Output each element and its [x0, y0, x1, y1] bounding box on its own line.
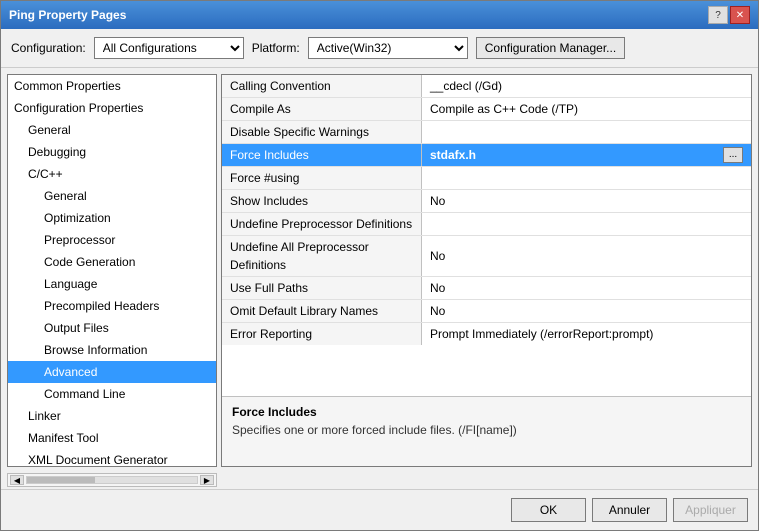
property-name: Undefine All Preprocessor Definitions: [222, 236, 422, 276]
sidebar: Common PropertiesConfiguration Propertie…: [7, 74, 217, 467]
property-value: Compile as C++ Code (/TP): [422, 98, 751, 120]
help-button[interactable]: ?: [708, 6, 728, 24]
sidebar-item-command-line[interactable]: Command Line: [8, 383, 216, 405]
main-panel: Calling Convention __cdecl (/Gd) Compile A…: [221, 74, 752, 467]
title-bar: Ping Property Pages ? ✕: [1, 1, 758, 29]
toolbar: Configuration: All Configurations Platfo…: [1, 29, 758, 68]
property-value: stdafx.h...: [422, 144, 751, 166]
property-row[interactable]: Show Includes No: [222, 190, 751, 213]
sidebar-item-configuration-properties[interactable]: Configuration Properties: [8, 97, 216, 119]
property-browse-button[interactable]: ...: [723, 147, 743, 163]
property-value-text: No: [430, 279, 445, 297]
property-name: Force #using: [222, 167, 422, 189]
property-row[interactable]: Undefine Preprocessor Definitions: [222, 213, 751, 236]
property-row[interactable]: Use Full Paths No: [222, 277, 751, 300]
config-manager-button[interactable]: Configuration Manager...: [476, 37, 625, 59]
property-value: No: [422, 277, 751, 299]
cancel-button[interactable]: Annuler: [592, 498, 667, 522]
property-name: Calling Convention: [222, 75, 422, 97]
property-name: Compile As: [222, 98, 422, 120]
property-row[interactable]: Calling Convention __cdecl (/Gd): [222, 75, 751, 98]
property-value: No: [422, 236, 751, 276]
config-select[interactable]: All Configurations: [94, 37, 244, 59]
scroll-right-btn[interactable]: ▶: [200, 475, 214, 485]
property-row[interactable]: Compile As Compile as C++ Code (/TP): [222, 98, 751, 121]
property-name: Use Full Paths: [222, 277, 422, 299]
description-title: Force Includes: [232, 405, 741, 419]
sidebar-item-language[interactable]: Language: [8, 273, 216, 295]
footer: OK Annuler Appliquer: [1, 489, 758, 530]
platform-select[interactable]: Active(Win32): [308, 37, 468, 59]
sidebar-item-cpp[interactable]: C/C++: [8, 163, 216, 185]
property-value-text: No: [430, 192, 445, 210]
sidebar-item-manifest-tool[interactable]: Manifest Tool: [8, 427, 216, 449]
property-value-text: No: [430, 302, 445, 320]
property-value: No: [422, 300, 751, 322]
platform-label: Platform:: [252, 41, 300, 55]
sidebar-item-general[interactable]: General: [8, 119, 216, 141]
ok-button[interactable]: OK: [511, 498, 586, 522]
sidebar-item-precompiled-headers[interactable]: Precompiled Headers: [8, 295, 216, 317]
sidebar-item-optimization[interactable]: Optimization: [8, 207, 216, 229]
property-value-text: stdafx.h: [430, 146, 476, 164]
property-name: Omit Default Library Names: [222, 300, 422, 322]
property-row[interactable]: Omit Default Library Names No: [222, 300, 751, 323]
sidebar-item-cpp-general[interactable]: General: [8, 185, 216, 207]
description-box: Force Includes Specifies one or more for…: [222, 396, 751, 466]
scrollbar-thumb[interactable]: [27, 477, 95, 483]
sidebar-item-output-files[interactable]: Output Files: [8, 317, 216, 339]
property-name: Show Includes: [222, 190, 422, 212]
properties-grid: Calling Convention __cdecl (/Gd) Compile A…: [222, 75, 751, 396]
sidebar-item-common-properties[interactable]: Common Properties: [8, 75, 216, 97]
property-value-text: Prompt Immediately (/errorReport:prompt): [430, 325, 653, 343]
property-value: [422, 121, 751, 143]
property-name: Error Reporting: [222, 323, 422, 345]
sidebar-item-preprocessor[interactable]: Preprocessor: [8, 229, 216, 251]
main-window: Ping Property Pages ? ✕ Configuration: A…: [0, 0, 759, 531]
property-value-text: No: [430, 247, 445, 265]
property-name: Disable Specific Warnings: [222, 121, 422, 143]
title-bar-buttons: ? ✕: [708, 6, 750, 24]
property-value: __cdecl (/Gd): [422, 75, 751, 97]
property-row[interactable]: Force Includesstdafx.h...: [222, 144, 751, 167]
window-title: Ping Property Pages: [9, 8, 126, 22]
sidebar-item-linker[interactable]: Linker: [8, 405, 216, 427]
sidebar-item-debugging[interactable]: Debugging: [8, 141, 216, 163]
description-text: Specifies one or more forced include fil…: [232, 423, 741, 437]
property-row[interactable]: Disable Specific Warnings: [222, 121, 751, 144]
sidebar-item-code-generation[interactable]: Code Generation: [8, 251, 216, 273]
content-area: Common PropertiesConfiguration Propertie…: [1, 68, 758, 473]
apply-button[interactable]: Appliquer: [673, 498, 748, 522]
scroll-left-btn[interactable]: ◀: [10, 475, 24, 485]
scrollbar-track: [26, 476, 198, 484]
close-button[interactable]: ✕: [730, 6, 750, 24]
config-label: Configuration:: [11, 41, 86, 55]
property-row[interactable]: Error Reporting Prompt Immediately (/erro…: [222, 323, 751, 345]
sidebar-item-browse-information[interactable]: Browse Information: [8, 339, 216, 361]
property-value: [422, 167, 751, 189]
property-name: Undefine Preprocessor Definitions: [222, 213, 422, 235]
property-row[interactable]: Undefine All Preprocessor Definitions No: [222, 236, 751, 277]
property-value-text: __cdecl (/Gd): [430, 77, 502, 95]
property-value: Prompt Immediately (/errorReport:prompt): [422, 323, 751, 345]
property-value-text: Compile as C++ Code (/TP): [430, 100, 578, 118]
property-name: Force Includes: [222, 144, 422, 166]
sidebar-item-advanced[interactable]: Advanced: [8, 361, 216, 383]
property-row[interactable]: Force #using: [222, 167, 751, 190]
sidebar-item-xml-document-generator[interactable]: XML Document Generator: [8, 449, 216, 467]
property-value: No: [422, 190, 751, 212]
property-value: [422, 213, 751, 235]
